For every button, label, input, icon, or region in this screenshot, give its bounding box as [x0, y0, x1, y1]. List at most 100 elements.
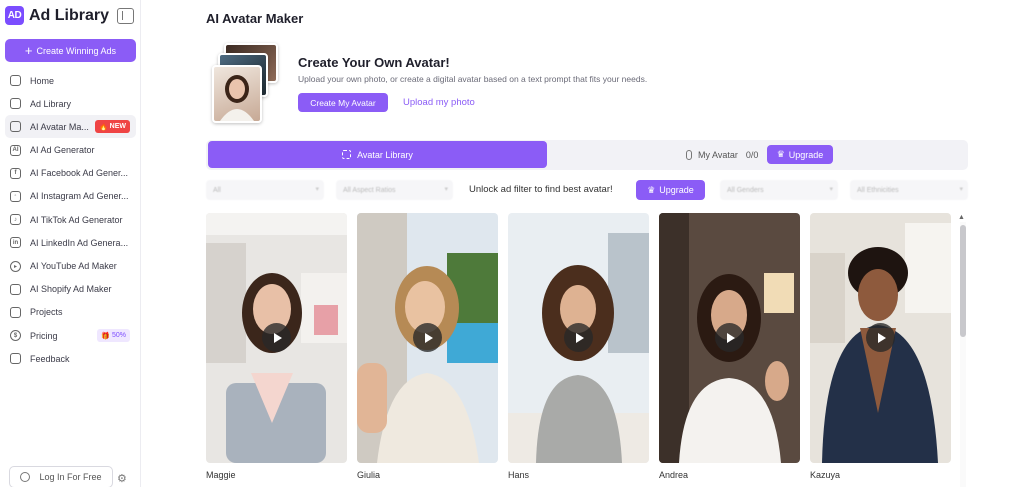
pricing-icon: $ [10, 330, 21, 342]
play-icon[interactable] [262, 323, 291, 352]
home-icon [10, 75, 21, 86]
tiktok-icon: ♪ [10, 214, 21, 226]
sidebar-item-youtube[interactable]: ▸ AI YouTube Ad Maker [5, 255, 136, 278]
crown-icon: ♛ [776, 149, 785, 159]
hero-avatar-collage [212, 43, 282, 125]
avatar-card[interactable]: Hans [508, 213, 649, 480]
sidebar-item-facebook[interactable]: f AI Facebook Ad Gener... [5, 162, 136, 185]
sidebar-item-label: Pricing [30, 330, 58, 341]
avatar-card[interactable]: Maggie [206, 213, 347, 480]
plus-icon: + [24, 43, 33, 58]
avatar-name: Kazuya [810, 470, 841, 480]
play-icon[interactable] [564, 323, 593, 352]
linkedin-icon: in [10, 237, 21, 249]
avatar-video-thumbnail [810, 213, 951, 463]
sidebar-item-tiktok[interactable]: ♪ AI TikTok Ad Generator [5, 208, 136, 231]
avatar-name: Maggie [206, 470, 236, 480]
create-my-avatar-button[interactable]: Create My Avatar [298, 93, 388, 112]
upgrade-label: Upgrade [659, 185, 694, 195]
upload-photo-link[interactable]: Upload my photo [403, 97, 475, 108]
sidebar-item-projects[interactable]: Projects [5, 301, 136, 324]
unlock-filter-text: Unlock ad filter to find best avatar! [469, 184, 613, 195]
folder-icon [10, 306, 21, 318]
scrollbar-thumb[interactable] [960, 225, 966, 337]
tab-my-avatar-label: My Avatar [698, 150, 738, 160]
play-icon[interactable] [866, 323, 895, 352]
hero-photo [212, 65, 262, 123]
upgrade-label: Upgrade [788, 149, 824, 160]
sidebar: AD Ad Library + Create Winning Ads Home … [0, 0, 141, 487]
tab-my-avatar[interactable]: My Avatar 0/0 [686, 150, 758, 160]
sidebar-nav: Home Ad Library AI Avatar Ma... 🔥 NEW AI… [5, 69, 136, 370]
avatar-video-thumbnail [508, 213, 649, 463]
avatar-card[interactable]: Andrea [659, 213, 800, 480]
sidebar-item-label: Projects [30, 307, 63, 318]
sidebar-item-pricing[interactable]: $ Pricing 🎁 50% [5, 324, 136, 347]
tab-avatar-library-label: Avatar Library [357, 149, 413, 160]
sidebar-item-ai-avatar-maker[interactable]: AI Avatar Ma... 🔥 NEW [5, 115, 136, 139]
ai-icon: AI [10, 144, 21, 156]
sidebar-item-feedback[interactable]: Feedback [5, 347, 136, 370]
login-button[interactable]: Log In For Free [9, 466, 113, 487]
play-icon[interactable] [413, 323, 442, 352]
library-icon [10, 98, 21, 110]
gender-dropdown[interactable]: All Genders [720, 180, 838, 200]
feedback-icon [10, 353, 21, 365]
youtube-icon: ▸ [10, 260, 21, 272]
instagram-icon: ◦ [10, 190, 21, 202]
avatar-library-icon [342, 150, 352, 159]
avatar-video-thumbnail [659, 213, 800, 463]
hero-subtitle: Upload your own photo, or create a digit… [298, 74, 648, 84]
brand-name: Ad Library [29, 6, 110, 24]
tabs-bar: Avatar Library My Avatar 0/0 ♛ Upgrade [206, 140, 968, 170]
filter-upgrade-button[interactable]: ♛ Upgrade [636, 180, 705, 200]
sidebar-item-linkedin[interactable]: in AI LinkedIn Ad Genera... [5, 231, 136, 254]
brand-logo: AD [5, 6, 24, 25]
sidebar-item-label: AI YouTube Ad Maker [30, 261, 117, 271]
avatar-grid: Maggie Giulia Hans Andrea Kazuya [206, 213, 958, 487]
login-label: Log In For Free [39, 472, 102, 482]
sidebar-item-label: AI TikTok Ad Generator [30, 214, 123, 225]
create-winning-ads-button[interactable]: + Create Winning Ads [5, 39, 136, 62]
avatar-name: Andrea [659, 470, 689, 480]
sidebar-item-label: Home [30, 75, 55, 86]
avatar-name: Hans [508, 470, 530, 480]
sidebar-item-label: AI Facebook Ad Gener... [30, 168, 129, 179]
create-winning-ads-label: Create Winning Ads [36, 45, 117, 56]
sidebar-item-shopify[interactable]: AI Shopify Ad Maker [5, 278, 136, 301]
avatar-video-thumbnail [206, 213, 347, 463]
sidebar-item-ai-ad-generator[interactable]: AI AI Ad Generator [5, 139, 136, 162]
shopify-icon [10, 283, 21, 295]
tab-avatar-library[interactable]: Avatar Library [208, 141, 547, 168]
sidebar-item-label: Feedback [30, 353, 70, 364]
aspect-ratio-dropdown[interactable]: All Aspect Ratios [336, 180, 453, 200]
filter-bar: All All Aspect Ratios Unlock ad filter t… [206, 180, 968, 200]
my-avatar-count: 0/0 [745, 150, 759, 160]
scroll-up-icon[interactable]: ▲ [958, 214, 965, 221]
mic-icon [686, 150, 692, 160]
avatar-video-thumbnail [357, 213, 498, 463]
sidebar-item-home[interactable]: Home [5, 69, 136, 92]
ethnicity-dropdown[interactable]: All Ethnicities [850, 180, 968, 200]
discount-badge: 🎁 50% [97, 329, 130, 343]
avatar-icon [10, 121, 21, 133]
filter-dropdown[interactable]: All [206, 180, 324, 200]
sidebar-item-label: Ad Library [30, 98, 72, 109]
facebook-icon: f [10, 167, 21, 179]
brand[interactable]: AD Ad Library [5, 6, 109, 25]
sidebar-item-label: AI Ad Generator [30, 145, 95, 156]
avatar-card[interactable]: Kazuya [810, 213, 951, 480]
hero-title: Create Your Own Avatar! [298, 55, 450, 70]
crown-icon: ♛ [647, 184, 656, 195]
gear-icon[interactable]: ⚙ [117, 472, 127, 485]
sidebar-item-ad-library[interactable]: Ad Library [5, 92, 136, 115]
sidebar-item-label: AI Instagram Ad Gener... [30, 191, 129, 202]
sidebar-item-instagram[interactable]: ◦ AI Instagram Ad Gener... [5, 185, 136, 208]
new-badge: 🔥 NEW [94, 120, 130, 134]
play-icon[interactable] [715, 323, 744, 352]
upgrade-button[interactable]: ♛ Upgrade [767, 145, 833, 164]
page-title: AI Avatar Maker [206, 11, 304, 26]
sidebar-item-label: AI Shopify Ad Maker [30, 284, 112, 295]
collapse-sidebar-icon[interactable] [117, 8, 134, 24]
avatar-card[interactable]: Giulia [357, 213, 498, 480]
